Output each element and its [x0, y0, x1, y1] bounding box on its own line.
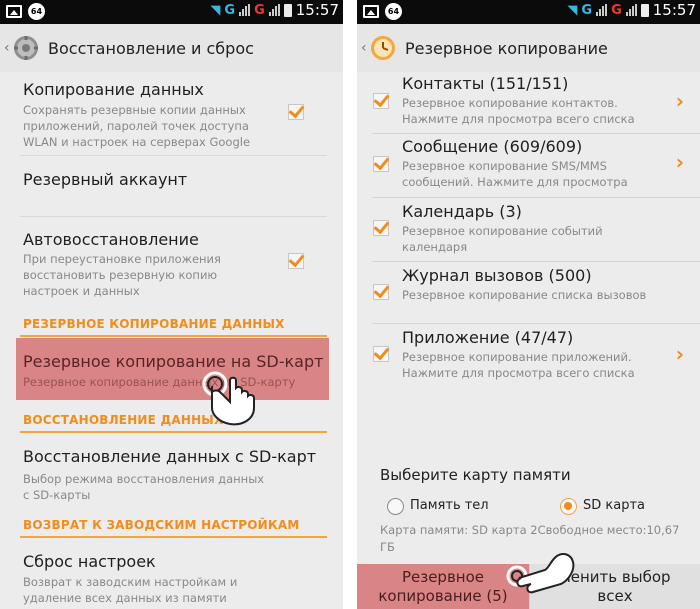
- auto-restore-checkbox[interactable]: [288, 253, 304, 269]
- item-description: Резервное копирование контактов. Нажмите…: [402, 96, 635, 126]
- item-description: Резервное копирование событий календаря: [402, 224, 603, 254]
- change-button-line1: менить выбор: [559, 567, 671, 586]
- notification-badge-icon: 64: [28, 3, 45, 20]
- backup-item-calendar[interactable]: Календарь (3) Резервное копирование собы…: [357, 198, 700, 260]
- status-bar: 64 ◥ G G 15:57: [0, 0, 343, 24]
- setting-title: Восстановление данных с SD-карт: [23, 447, 317, 466]
- action-bar: ‹ Резервное копирование: [357, 24, 700, 72]
- right-screen: 64 ◥ G G 15:57 ‹ Резервное копирование К…: [357, 0, 700, 609]
- setting-auto-restore[interactable]: Автовосстановление При переустановке при…: [0, 217, 343, 309]
- section-divider: [20, 335, 327, 337]
- chevron-right-icon[interactable]: ›: [676, 89, 684, 113]
- backup-item-call-log[interactable]: Журнал вызовов (500) Резервное копирован…: [357, 262, 700, 322]
- apps-checkbox[interactable]: [373, 346, 389, 362]
- item-title: Сообщение (609/609): [402, 137, 583, 156]
- backup-item-apps[interactable]: Приложение (47/47) Резервное копирование…: [357, 324, 700, 386]
- page-title: Резервное копирование: [405, 38, 608, 58]
- setting-description: Возврат к заводским настройкам и удалени…: [23, 575, 238, 609]
- item-description: Резервное копирование приложений. Нажмит…: [402, 350, 635, 380]
- wifi-icon: ◥: [210, 2, 221, 18]
- setting-title: Автовосстановление: [23, 230, 199, 249]
- messages-checkbox[interactable]: [373, 156, 389, 172]
- battery-icon: [640, 3, 649, 17]
- page-title: Восстановление и сброс: [48, 38, 254, 58]
- call-log-checkbox[interactable]: [373, 284, 389, 300]
- item-description: Резервное копирование списка вызовов: [402, 288, 647, 302]
- wifi-icon: ◥: [567, 2, 578, 18]
- item-title: Приложение (47/47): [402, 328, 574, 347]
- gallery-notification-icon: [363, 5, 379, 18]
- back-chevron-icon[interactable]: ‹: [361, 40, 369, 56]
- setting-description: Сохранять резервные копии данных приложе…: [23, 103, 251, 149]
- memory-card-title: Выберите карту памяти: [380, 466, 571, 484]
- setting-factory-reset[interactable]: Сброс настроек Возврат к заводским настр…: [0, 538, 343, 609]
- signal-icon: [596, 4, 608, 16]
- clock: 15:57: [652, 1, 696, 19]
- setting-sd-restore[interactable]: Восстановление данных с SD-карт Выбор ре…: [0, 433, 343, 508]
- chevron-right-icon[interactable]: ›: [676, 342, 684, 366]
- section-header-backup: РЕЗЕРВНОЕ КОПИРОВАНИЕ ДАННЫХ: [23, 317, 285, 331]
- status-bar: 64 ◥ G G 15:57: [357, 0, 700, 24]
- backup-item-contacts[interactable]: Контакты (151/151) Резервное копирование…: [357, 72, 700, 132]
- setting-title: Резервное копирование на SD-карт: [23, 352, 324, 371]
- back-chevron-icon[interactable]: ‹: [4, 40, 12, 56]
- radio-phone-memory-label: Память тел: [410, 498, 489, 513]
- backup-button-line1: Резервное: [401, 567, 485, 586]
- backup-item-messages[interactable]: Сообщение (609/609) Резервное копировани…: [357, 134, 700, 196]
- backup-clock-icon: [371, 36, 395, 60]
- network-g-label-2: G: [254, 2, 265, 18]
- setting-copy-data[interactable]: Копирование данных Сохранять резервные к…: [0, 72, 343, 154]
- item-title: Календарь (3): [402, 202, 522, 221]
- setting-title: Резервный аккаунт: [23, 170, 188, 189]
- notification-badge-icon: 64: [385, 3, 402, 20]
- setting-sd-backup[interactable]: Резервное копирование на SD-карт Резервн…: [16, 338, 329, 400]
- radio-phone-memory[interactable]: [387, 498, 404, 515]
- contacts-checkbox[interactable]: [373, 93, 389, 109]
- section-header-restore: ВОССТАНОВЛЕНИЕ ДАННЫХ: [23, 413, 224, 427]
- backup-button-line2: копирование (5): [378, 586, 508, 605]
- copy-data-checkbox[interactable]: [288, 104, 304, 120]
- signal-icon-2: [268, 4, 280, 16]
- network-g-label-2: G: [611, 2, 622, 18]
- gallery-notification-icon: [6, 5, 22, 18]
- network-g-label: G: [581, 2, 593, 18]
- signal-icon: [239, 4, 251, 16]
- chevron-right-icon[interactable]: ›: [676, 150, 684, 174]
- section-header-reset: ВОЗВРАТ К ЗАВОДСКИМ НАСТРОЙКАМ: [23, 518, 300, 532]
- radio-sd-card[interactable]: [560, 498, 577, 515]
- tap-hand-icon: [506, 553, 575, 594]
- clock: 15:57: [295, 1, 339, 19]
- backup-button[interactable]: Резервное копирование (5): [357, 564, 529, 609]
- setting-description: Выбор режима восстановления данных с SD-…: [23, 472, 265, 502]
- radio-sd-card-label: SD карта: [583, 498, 646, 513]
- signal-icon-2: [625, 4, 637, 16]
- network-g-label: G: [224, 2, 236, 18]
- left-screen: 64 ◥ G G 15:57 ‹ Восстановление и сброс …: [0, 0, 343, 609]
- gear-icon: [14, 36, 38, 60]
- tap-hand-icon: [202, 371, 255, 426]
- item-title: Контакты (151/151): [402, 74, 569, 93]
- calendar-checkbox[interactable]: [373, 220, 389, 236]
- change-button-line2: всех: [597, 586, 633, 605]
- action-bar: ‹ Восстановление и сброс: [0, 24, 343, 72]
- setting-backup-account[interactable]: Резервный аккаунт: [0, 156, 343, 216]
- setting-description: При переустановке приложения восстановит…: [23, 252, 221, 298]
- item-description: Резервное копирование SMS/MMS сообщений.…: [402, 159, 628, 189]
- battery-icon: [283, 3, 292, 17]
- item-title: Журнал вызовов (500): [402, 266, 592, 285]
- setting-title: Сброс настроек: [23, 552, 156, 571]
- setting-title: Копирование данных: [23, 80, 204, 99]
